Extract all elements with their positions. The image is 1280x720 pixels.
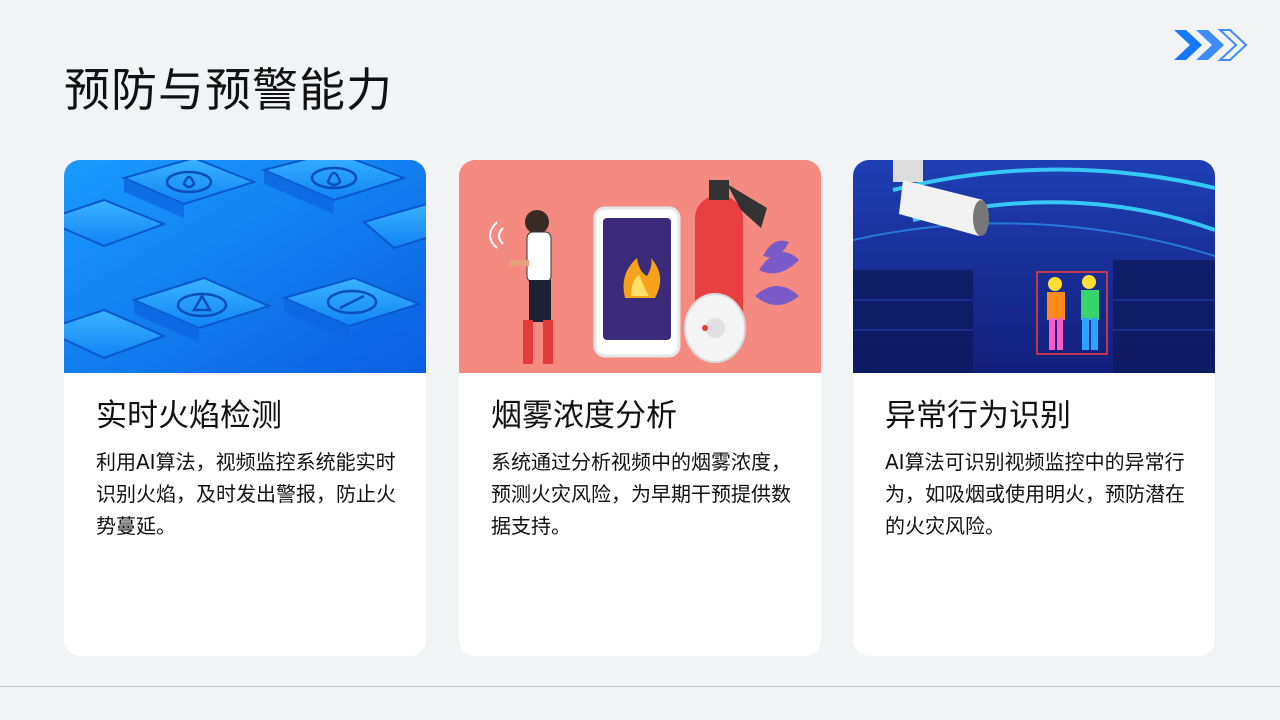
card-smoke-analysis: 烟雾浓度分析 系统通过分析视频中的烟雾浓度，预测火灾风险，为早期干预提供数据支持…	[459, 160, 821, 656]
card-abnormal-behavior: 异常行为识别 AI算法可识别视频监控中的异常行为，如吸烟或使用明火，预防潜在的火…	[853, 160, 1215, 656]
card-description: 系统通过分析视频中的烟雾浓度，预测火灾风险，为早期干预提供数据支持。	[491, 450, 791, 538]
fire-alarm-illustration-image	[459, 160, 821, 373]
page-title: 预防与预警能力	[64, 63, 393, 117]
slide: 预防与预警能力 实时火焰检测 利用AI算法，视频监控系统能实时识别火焰，及时发出…	[0, 0, 1280, 720]
card-description: 利用AI算法，视频监控系统能实时识别火焰，及时发出警报，防止火势蔓延。	[96, 450, 396, 538]
bottom-divider	[0, 686, 1280, 687]
triple-chevron-right-icon	[1174, 29, 1248, 61]
card-title: 实时火焰检测	[96, 398, 282, 434]
card-description: AI算法可识别视频监控中的异常行为，如吸烟或使用明火，预防潜在的火灾风险。	[885, 450, 1185, 538]
card-title: 烟雾浓度分析	[491, 398, 677, 434]
card-flame-detection: 实时火焰检测 利用AI算法，视频监控系统能实时识别火焰，及时发出警报，防止火势蔓…	[64, 160, 426, 656]
card-title: 异常行为识别	[885, 398, 1071, 434]
isometric-fire-icons-image	[64, 160, 426, 373]
thermal-surveillance-image	[853, 160, 1215, 373]
